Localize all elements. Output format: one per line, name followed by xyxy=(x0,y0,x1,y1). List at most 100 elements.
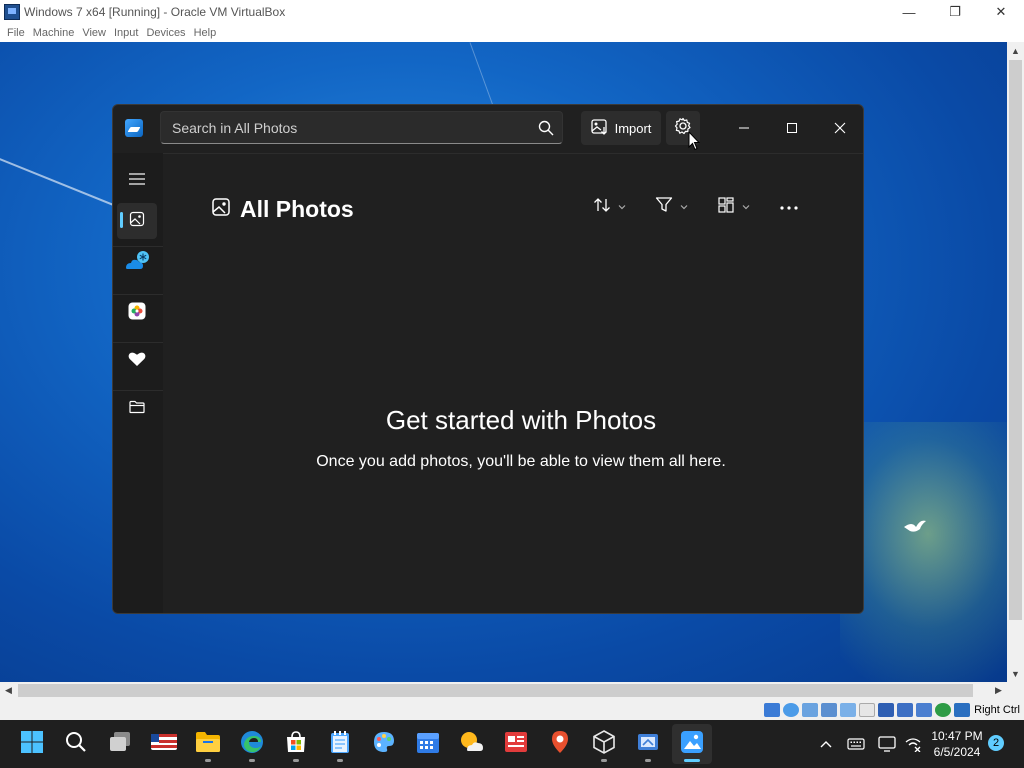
nav-menu-button[interactable] xyxy=(117,163,157,199)
taskbar-search-button[interactable] xyxy=(56,724,96,764)
host-vertical-scrollbar[interactable]: ▲ ▼ xyxy=(1007,42,1024,682)
news-icon xyxy=(504,731,528,758)
nav-folders[interactable] xyxy=(117,391,157,427)
recording-icon[interactable] xyxy=(897,702,914,717)
menu-machine[interactable]: Machine xyxy=(33,27,75,39)
search-input[interactable] xyxy=(172,119,530,136)
taskbar-app-msn[interactable] xyxy=(144,724,184,764)
running-indicator xyxy=(645,759,651,762)
search-box[interactable] xyxy=(160,111,563,144)
scroll-up-icon[interactable]: ▲ xyxy=(1007,42,1024,59)
page-title: All Photos xyxy=(240,196,354,222)
grid-icon xyxy=(717,196,735,219)
photos-window: Import xyxy=(112,104,864,614)
icloud-photos-icon xyxy=(128,302,146,325)
filter-button[interactable] xyxy=(655,194,689,220)
display-icon[interactable] xyxy=(878,702,895,717)
import-label: Import xyxy=(614,120,652,136)
notification-badge[interactable]: 2 xyxy=(988,735,1004,751)
edge-icon xyxy=(240,730,264,759)
search-icon[interactable] xyxy=(530,113,562,143)
scroll-down-icon[interactable]: ▼ xyxy=(1007,665,1024,682)
audio-icon[interactable] xyxy=(802,702,819,717)
scroll-thumb[interactable] xyxy=(1009,60,1022,620)
menu-file[interactable]: File xyxy=(7,27,25,39)
scroll-corner xyxy=(1007,682,1024,699)
taskbar-clock[interactable]: 10:47 PM 6/5/2024 xyxy=(928,728,986,760)
scroll-thumb[interactable] xyxy=(18,684,973,697)
wallpaper-bird-icon xyxy=(902,517,928,542)
task-view-button[interactable] xyxy=(100,724,140,764)
keyboard-capture-icon[interactable] xyxy=(954,702,971,717)
usb-icon[interactable] xyxy=(840,702,857,717)
nav-all-photos[interactable] xyxy=(117,203,157,239)
taskbar-app-photos[interactable] xyxy=(672,724,712,764)
taskbar-app-calendar[interactable] xyxy=(408,724,448,764)
start-button[interactable] xyxy=(12,724,52,764)
taskbar-app-edge[interactable] xyxy=(232,724,272,764)
host-menu-bar: File Machine View Input Devices Help xyxy=(0,24,1024,42)
host-minimize-button[interactable]: — xyxy=(886,0,932,24)
photos-minimize-button[interactable] xyxy=(721,105,767,151)
empty-state-subtitle: Once you add photos, you'll be able to v… xyxy=(316,453,726,470)
taskbar-app-snipping[interactable] xyxy=(628,724,668,764)
heart-icon xyxy=(128,351,146,372)
network-icon[interactable] xyxy=(821,702,838,717)
taskbar-app-news[interactable] xyxy=(496,724,536,764)
nav-onedrive[interactable] xyxy=(117,245,157,281)
sort-button[interactable] xyxy=(593,194,627,220)
optical-drive-icon[interactable] xyxy=(783,702,800,717)
taskbar-app-file-explorer[interactable] xyxy=(188,724,228,764)
running-indicator xyxy=(293,759,299,762)
menu-help[interactable]: Help xyxy=(194,27,217,39)
host-restore-button[interactable]: ❐ xyxy=(932,0,978,24)
display-icon[interactable] xyxy=(876,736,898,752)
host-title-bar: Windows 7 x64 [Running] - Oracle VM Virt… xyxy=(0,0,1024,24)
menu-view[interactable]: View xyxy=(82,27,106,39)
host-close-button[interactable]: ✕ xyxy=(978,0,1024,24)
sort-icon xyxy=(593,196,611,219)
photos-title-bar[interactable]: Import xyxy=(113,105,863,153)
menu-input[interactable]: Input xyxy=(114,27,138,39)
hard-disk-icon[interactable] xyxy=(764,702,781,717)
network-disconnected-icon[interactable] xyxy=(902,736,924,752)
import-button[interactable]: Import xyxy=(581,111,661,145)
clock-time: 10:47 PM xyxy=(931,729,983,743)
menu-devices[interactable]: Devices xyxy=(146,27,185,39)
all-photos-icon xyxy=(129,211,145,232)
nav-favorites[interactable] xyxy=(117,343,157,379)
taskbar-app-store[interactable] xyxy=(276,724,316,764)
nav-icloud-photos[interactable] xyxy=(117,295,157,331)
page-header: All Photos xyxy=(211,196,354,223)
onedrive-icon xyxy=(124,250,150,277)
import-icon xyxy=(590,118,609,138)
taskbar-app-notepad[interactable] xyxy=(320,724,360,764)
taskbar-app-virtualbox[interactable] xyxy=(584,724,624,764)
photos-maximize-button[interactable] xyxy=(769,105,815,151)
shared-folders-icon[interactable] xyxy=(859,702,876,717)
more-options-button[interactable] xyxy=(779,194,799,220)
running-indicator xyxy=(601,759,607,762)
taskbar-app-weather[interactable] xyxy=(452,724,492,764)
show-hidden-icons-chevron-up-icon[interactable] xyxy=(814,739,838,749)
task-view-icon xyxy=(108,731,132,758)
taskbar-app-maps[interactable] xyxy=(540,724,580,764)
notepad-icon xyxy=(330,730,350,759)
view-layout-button[interactable] xyxy=(717,194,751,220)
mouse-integration-icon[interactable] xyxy=(935,702,952,717)
running-indicator xyxy=(205,759,211,762)
cpu-icon[interactable] xyxy=(916,702,933,717)
taskbar-app-paint[interactable] xyxy=(364,724,404,764)
weather-icon xyxy=(459,730,485,759)
photos-close-button[interactable] xyxy=(817,105,863,151)
hamburger-icon xyxy=(129,172,145,190)
scroll-left-icon[interactable]: ◀ xyxy=(0,682,17,699)
virtualbox-app-icon xyxy=(4,4,20,20)
keyboard-icon[interactable] xyxy=(844,738,868,750)
paint-icon xyxy=(372,730,396,759)
system-tray xyxy=(810,720,924,768)
scroll-right-icon[interactable]: ▶ xyxy=(990,682,1007,699)
snipping-icon xyxy=(636,730,660,759)
photos-icon xyxy=(680,730,704,759)
host-horizontal-scrollbar[interactable]: ◀ ▶ xyxy=(0,682,1007,699)
